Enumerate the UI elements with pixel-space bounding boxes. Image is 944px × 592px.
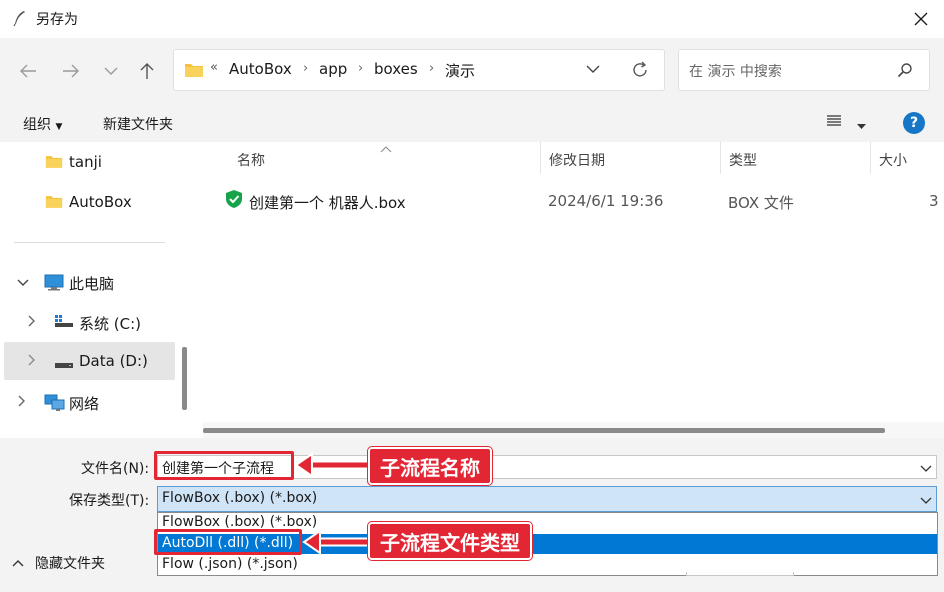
chevron-up-icon[interactable] (12, 555, 24, 571)
nav-item-drive-c[interactable]: 系统 (C:) (0, 303, 175, 341)
chevron-down-icon[interactable] (920, 493, 932, 509)
nav-item-tanji[interactable]: tanji (0, 143, 175, 181)
folder-icon (45, 154, 63, 173)
scrollbar-thumb[interactable] (203, 428, 885, 433)
up-button[interactable] (134, 58, 160, 84)
arrow-left-icon (20, 64, 36, 78)
recent-locations-button[interactable] (98, 58, 124, 84)
breadcrumb-current[interactable]: 演示 (445, 60, 475, 81)
title-bar: 另存为 (0, 0, 944, 38)
arrow-left-icon (302, 529, 372, 555)
window-title: 另存为 (36, 12, 78, 28)
shield-check-icon (224, 189, 244, 213)
arrow-left-icon (294, 452, 370, 478)
breadcrumb-app[interactable]: app (319, 60, 347, 78)
chevron-right-icon[interactable]: › (358, 61, 363, 76)
close-button[interactable] (898, 0, 944, 38)
chevron-right-icon[interactable] (18, 395, 26, 411)
file-type: BOX 文件 (728, 194, 794, 212)
file-date: 2024/6/1 19:36 (548, 192, 664, 210)
chevron-down-icon (104, 67, 118, 75)
new-folder-button[interactable]: 新建文件夹 (103, 114, 173, 134)
nav-item-network[interactable]: 网络 (0, 383, 175, 421)
close-icon (914, 12, 928, 26)
caret-down-icon: ▼ (55, 122, 63, 132)
file-size: 3 (929, 192, 939, 210)
help-icon[interactable]: ? (903, 112, 925, 134)
folder-icon (184, 62, 204, 82)
save-button[interactable] (686, 572, 794, 576)
chevron-down-icon[interactable] (920, 461, 932, 477)
file-list: 名称 修改日期 类型 大小 创建第一个 机器人.box 2024/6/1 19:… (195, 142, 944, 438)
column-header-size[interactable]: 大小 (871, 142, 944, 174)
folder-icon (45, 194, 63, 213)
nav-item-drive-d[interactable]: Data (D:) (4, 342, 175, 380)
chevron-down-icon[interactable] (586, 62, 600, 78)
nav-divider (14, 242, 165, 243)
filetype-callout: 子流程文件类型 (368, 522, 532, 560)
nav-item-autobox[interactable]: AutoBox (0, 183, 175, 221)
chevron-down-icon[interactable] (17, 275, 29, 291)
breadcrumb-overflow[interactable]: « (210, 60, 218, 75)
forward-button[interactable] (58, 58, 84, 84)
navigation-pane: tanji AutoBox 此电脑 系统 (C:) Data (D:) 网络 (0, 142, 195, 438)
chevron-right-icon[interactable]: › (303, 61, 308, 76)
network-icon (44, 394, 66, 416)
search-box[interactable]: 在 演示 中搜索 (678, 49, 930, 91)
chevron-right-icon[interactable]: › (429, 61, 434, 76)
drive-icon (54, 314, 74, 332)
drive-icon (54, 357, 74, 373)
quill-icon (10, 9, 28, 27)
filetype-highlight (154, 529, 302, 555)
filename-label: 文件名(N): (81, 461, 150, 477)
computer-icon (44, 274, 64, 295)
filetype-label: 保存类型(T): (69, 493, 150, 509)
arrow-up-icon (140, 63, 154, 79)
chevron-right-icon[interactable] (28, 315, 36, 331)
navigation-bar: « AutoBox › app › boxes › 演示 在 演示 中搜索 (0, 38, 944, 104)
command-bar: 组织 ▼ 新建文件夹 ? (0, 104, 944, 142)
sort-ascending-icon (380, 142, 392, 158)
file-name: 创建第一个 机器人.box (249, 194, 406, 212)
column-header-type[interactable]: 类型 (721, 142, 871, 174)
chevron-right-icon[interactable] (28, 354, 36, 370)
nav-scrollbar[interactable] (182, 347, 187, 410)
organize-button[interactable]: 组织 ▼ (23, 114, 62, 134)
filename-callout: 子流程名称 (368, 447, 492, 485)
breadcrumb-boxes[interactable]: boxes (374, 60, 418, 78)
view-options-icon[interactable] (826, 114, 842, 132)
caret-down-icon[interactable] (857, 118, 866, 134)
nav-item-this-pc[interactable]: 此电脑 (0, 263, 175, 301)
refresh-icon[interactable] (630, 60, 650, 84)
hide-folders-button[interactable]: 隐藏文件夹 (35, 553, 105, 573)
search-input[interactable]: 在 演示 中搜索 (689, 61, 782, 81)
breadcrumb-autobox[interactable]: AutoBox (229, 60, 292, 78)
filetype-option-flow-json[interactable]: Flow (.json) (*.json) (158, 555, 937, 575)
column-header-date[interactable]: 修改日期 (541, 142, 721, 174)
filetype-select[interactable]: FlowBox (.box) (*.box) (157, 486, 937, 512)
arrow-right-icon (63, 64, 79, 78)
address-bar[interactable]: « AutoBox › app › boxes › 演示 (173, 49, 665, 91)
back-button[interactable] (15, 58, 41, 84)
filename-highlight (154, 451, 294, 480)
horizontal-scrollbar[interactable] (203, 422, 944, 438)
search-icon (897, 62, 913, 82)
